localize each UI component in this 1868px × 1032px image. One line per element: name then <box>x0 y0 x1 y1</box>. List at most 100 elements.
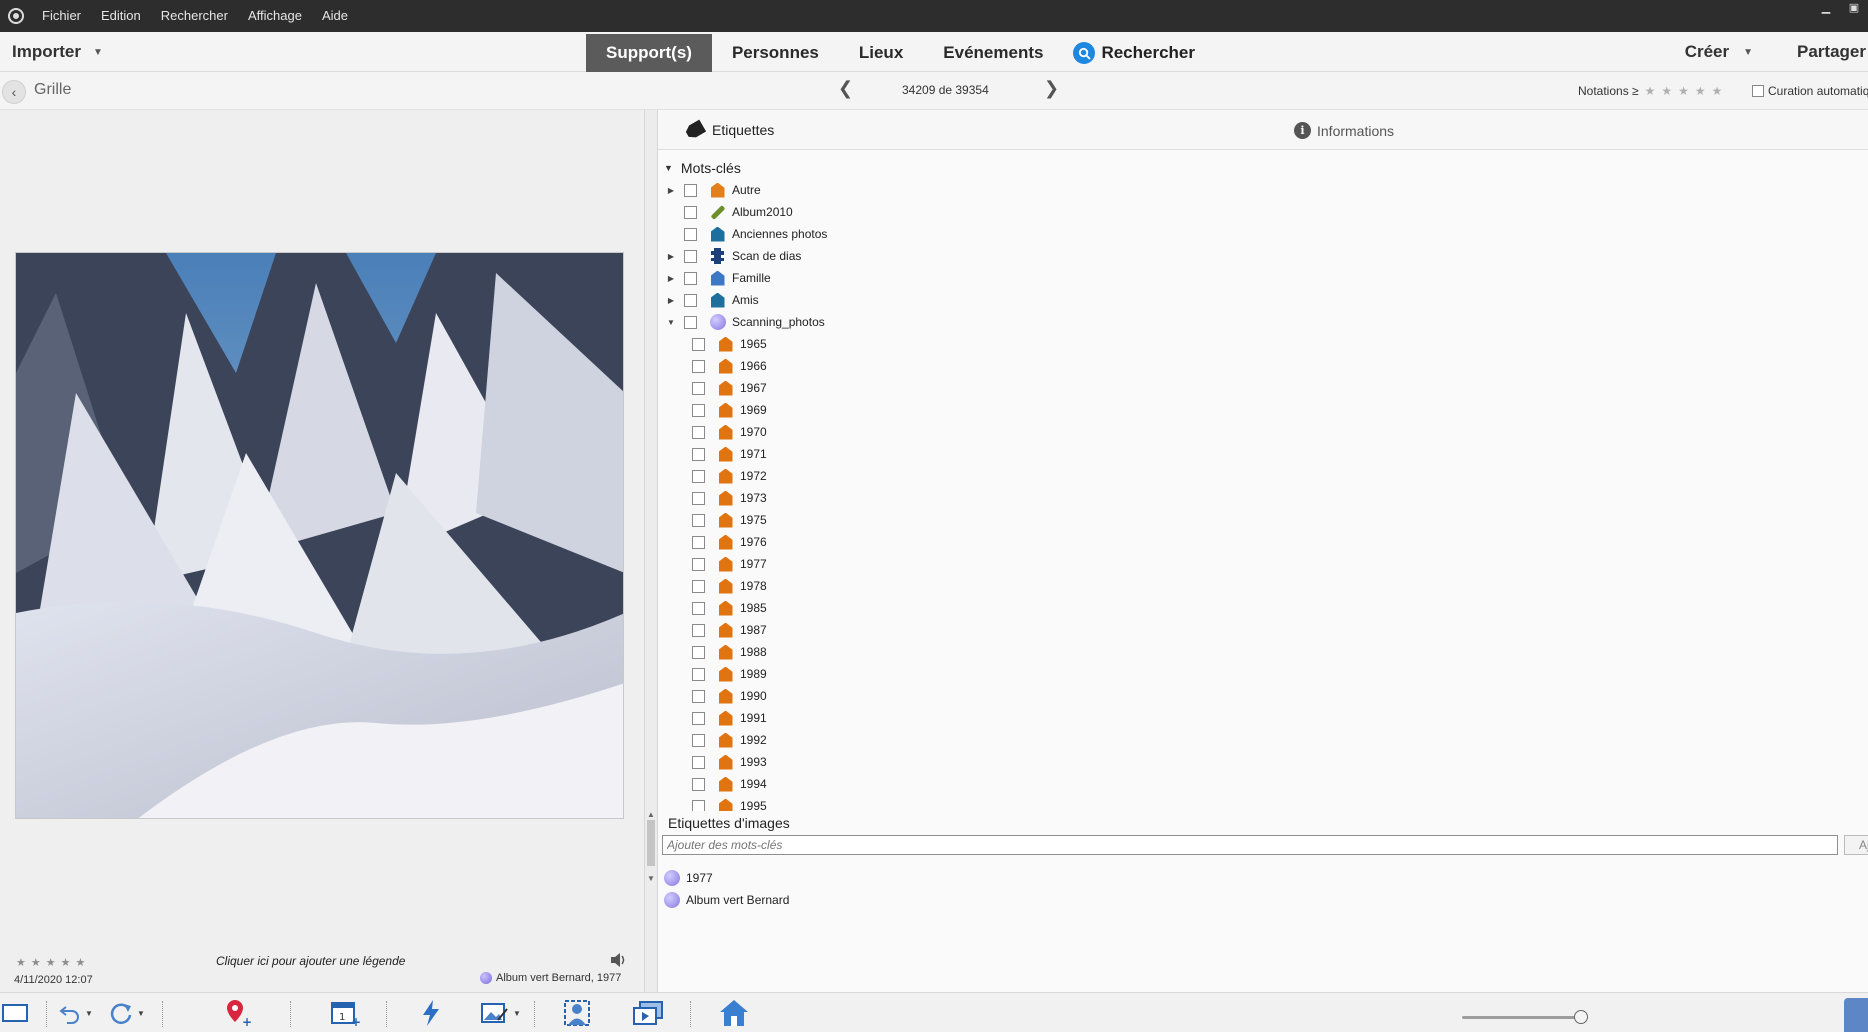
tree-item-checkbox[interactable] <box>692 381 705 395</box>
tree-item-checkbox[interactable] <box>684 249 697 263</box>
tree-item[interactable]: 1965 <box>692 333 767 355</box>
tree-item-checkbox[interactable] <box>692 623 705 637</box>
tab-personnes[interactable]: Personnes <box>712 34 839 72</box>
panel-toggle-button[interactable] <box>2 997 28 1029</box>
tree-item-checkbox[interactable] <box>692 645 705 659</box>
tree-item-checkbox[interactable] <box>684 271 697 285</box>
tree-item[interactable]: ▶ Autre <box>666 179 761 201</box>
menu-edition[interactable]: Edition <box>91 0 151 32</box>
tree-item[interactable]: 1978 <box>692 575 767 597</box>
search-button[interactable]: Rechercher <box>1063 34 1205 72</box>
add-event-button[interactable]: 1 + <box>330 997 360 1029</box>
tree-item-checkbox[interactable] <box>684 293 697 307</box>
tree-item[interactable]: Album2010 <box>666 201 793 223</box>
scroll-up-icon[interactable]: ▲ <box>647 810 655 819</box>
tab-lieux[interactable]: Lieux <box>839 34 923 72</box>
tree-item[interactable]: 1973 <box>692 487 767 509</box>
tree-item-checkbox[interactable] <box>692 447 705 461</box>
tree-item-checkbox[interactable] <box>692 601 705 615</box>
maximize-icon[interactable]: ▣ <box>1840 0 1868 14</box>
menu-fichier[interactable]: Fichier <box>32 0 91 32</box>
applied-tag-item[interactable]: Album vert Bernard <box>664 890 789 910</box>
tree-item[interactable]: ▼ Scanning_photos <box>666 311 825 333</box>
auto-curation-toggle[interactable]: Curation automatique <box>1752 84 1868 98</box>
tree-item[interactable]: 1987 <box>692 619 767 641</box>
tree-item-checkbox[interactable] <box>692 425 705 439</box>
tree-item[interactable]: 1975 <box>692 509 767 531</box>
tree-item-checkbox[interactable] <box>692 667 705 681</box>
tab-etiquettes[interactable]: Etiquettes <box>686 122 774 138</box>
tree-item[interactable]: 1977 <box>692 553 767 575</box>
tree-item-checkbox[interactable] <box>692 359 705 373</box>
tab-supports[interactable]: Support(s) <box>586 34 712 72</box>
scrollbar-thumb[interactable] <box>647 820 655 866</box>
tree-item[interactable]: 1972 <box>692 465 767 487</box>
share-button[interactable]: Partager <box>1775 42 1868 62</box>
edit-photo-button[interactable]: ▼ <box>480 997 521 1029</box>
previous-icon[interactable]: ❮ <box>838 78 853 99</box>
tree-item-checkbox[interactable] <box>692 535 705 549</box>
caption-field[interactable]: Cliquer ici pour ajouter une légende <box>216 954 405 968</box>
undo-button[interactable]: ▼ <box>58 997 93 1029</box>
tree-item[interactable]: 1976 <box>692 531 767 553</box>
scroll-down-icon[interactable]: ▼ <box>647 874 655 883</box>
menu-affichage[interactable]: Affichage <box>238 0 312 32</box>
collapse-triangle-icon[interactable]: ▼ <box>666 318 676 327</box>
tree-item[interactable]: 1992 <box>692 729 767 751</box>
tree-item[interactable]: 1967 <box>692 377 767 399</box>
tree-item[interactable]: 1995 <box>692 795 767 811</box>
applied-tag-item[interactable]: 1977 <box>664 868 713 888</box>
expand-triangle-icon[interactable]: ▶ <box>666 186 676 195</box>
tree-item[interactable]: 1969 <box>692 399 767 421</box>
speaker-icon[interactable] <box>608 950 628 970</box>
tree-item[interactable]: 1985 <box>692 597 767 619</box>
curation-checkbox[interactable] <box>1752 85 1764 97</box>
keywords-input[interactable] <box>662 835 1838 855</box>
tree-item[interactable]: ▶ Famille <box>666 267 771 289</box>
expand-triangle-icon[interactable]: ▶ <box>666 296 676 305</box>
rating-stars[interactable]: ★★★★★ <box>1645 84 1729 98</box>
tree-item-checkbox[interactable] <box>692 711 705 725</box>
tree-item-checkbox[interactable] <box>692 403 705 417</box>
tree-item[interactable]: 1989 <box>692 663 767 685</box>
tree-item[interactable]: Anciennes photos <box>666 223 827 245</box>
tree-item-checkbox[interactable] <box>684 227 697 241</box>
photo-rating-stars[interactable]: ★★★★★ <box>16 956 90 969</box>
menu-aide[interactable]: Aide <box>312 0 358 32</box>
tree-item-checkbox[interactable] <box>684 315 697 329</box>
tree-item[interactable]: 1994 <box>692 773 767 795</box>
tree-item-checkbox[interactable] <box>692 689 705 703</box>
tree-item[interactable]: 1970 <box>692 421 767 443</box>
tag-people-button[interactable] <box>562 997 592 1029</box>
keywords-header[interactable]: ▼ Mots-clés <box>664 160 741 176</box>
next-icon[interactable]: ❯ <box>1044 78 1059 99</box>
tree-item-checkbox[interactable] <box>684 183 697 197</box>
menu-rechercher[interactable]: Rechercher <box>151 0 238 32</box>
instant-fix-button[interactable] <box>420 997 442 1029</box>
tree-item-checkbox[interactable] <box>692 755 705 769</box>
collapse-triangle-icon[interactable]: ▼ <box>664 163 673 173</box>
tree-item-checkbox[interactable] <box>692 799 705 811</box>
tree-item[interactable]: 1993 <box>692 751 767 773</box>
home-button[interactable] <box>718 997 750 1029</box>
tree-item[interactable]: ▶ Scan de dias <box>666 245 801 267</box>
zoom-slider-track[interactable] <box>1462 1016 1582 1019</box>
tab-evenements[interactable]: Evénements <box>923 34 1063 72</box>
minimize-icon[interactable]: ▁ <box>1812 0 1840 14</box>
import-button[interactable]: Importer ▼ <box>12 32 103 72</box>
back-arrow-icon[interactable]: ‹ <box>2 80 26 104</box>
tree-item-checkbox[interactable] <box>692 469 705 483</box>
expand-triangle-icon[interactable]: ▶ <box>666 274 676 283</box>
tree-item-checkbox[interactable] <box>692 557 705 571</box>
zoom-slider-handle[interactable] <box>1574 1010 1588 1024</box>
tree-item[interactable]: ▶ Amis <box>666 289 759 311</box>
tree-item[interactable]: 1971 <box>692 443 767 465</box>
tree-item-checkbox[interactable] <box>692 513 705 527</box>
tree-item-checkbox[interactable] <box>692 733 705 747</box>
panel-corner-button[interactable] <box>1844 998 1868 1032</box>
tree-item[interactable]: 1991 <box>692 707 767 729</box>
expand-triangle-icon[interactable]: ▶ <box>666 252 676 261</box>
grid-view-label[interactable]: Grille <box>34 81 71 99</box>
tree-item-checkbox[interactable] <box>692 777 705 791</box>
tree-item[interactable]: 1990 <box>692 685 767 707</box>
